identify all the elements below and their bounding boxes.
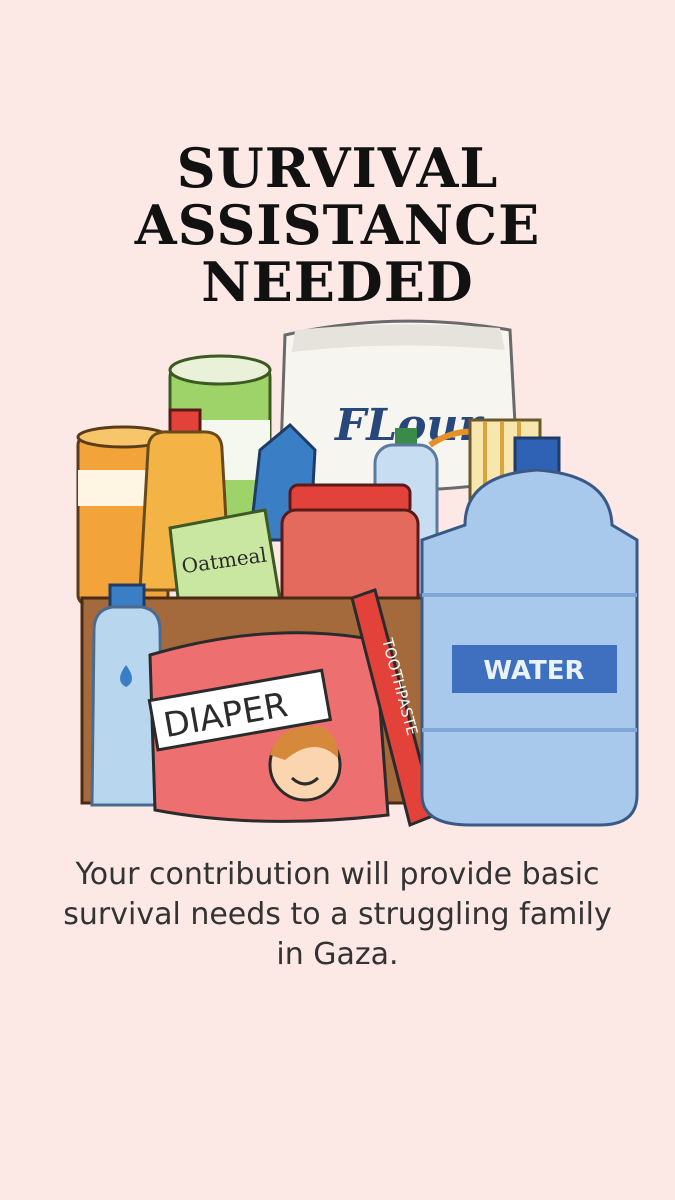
diaper-pack-icon: DIAPER [147,631,390,823]
water-jug-icon: WATER [420,436,639,827]
appeal-text: Your contribution will provide basic sur… [63,857,612,972]
baby-icon [268,726,342,802]
supplies-illustration: FLour Oatmeal DIAPER TOOTHPASTE WATER [76,319,639,828]
headline-line-2: ASSISTANCE [134,193,541,257]
headline-line-1: SURVIVAL [176,136,499,200]
headline-line-3: NEEDED [201,250,474,314]
water-label: WATER [483,656,584,686]
headline: SURVIVAL ASSISTANCE NEEDED [0,140,675,311]
